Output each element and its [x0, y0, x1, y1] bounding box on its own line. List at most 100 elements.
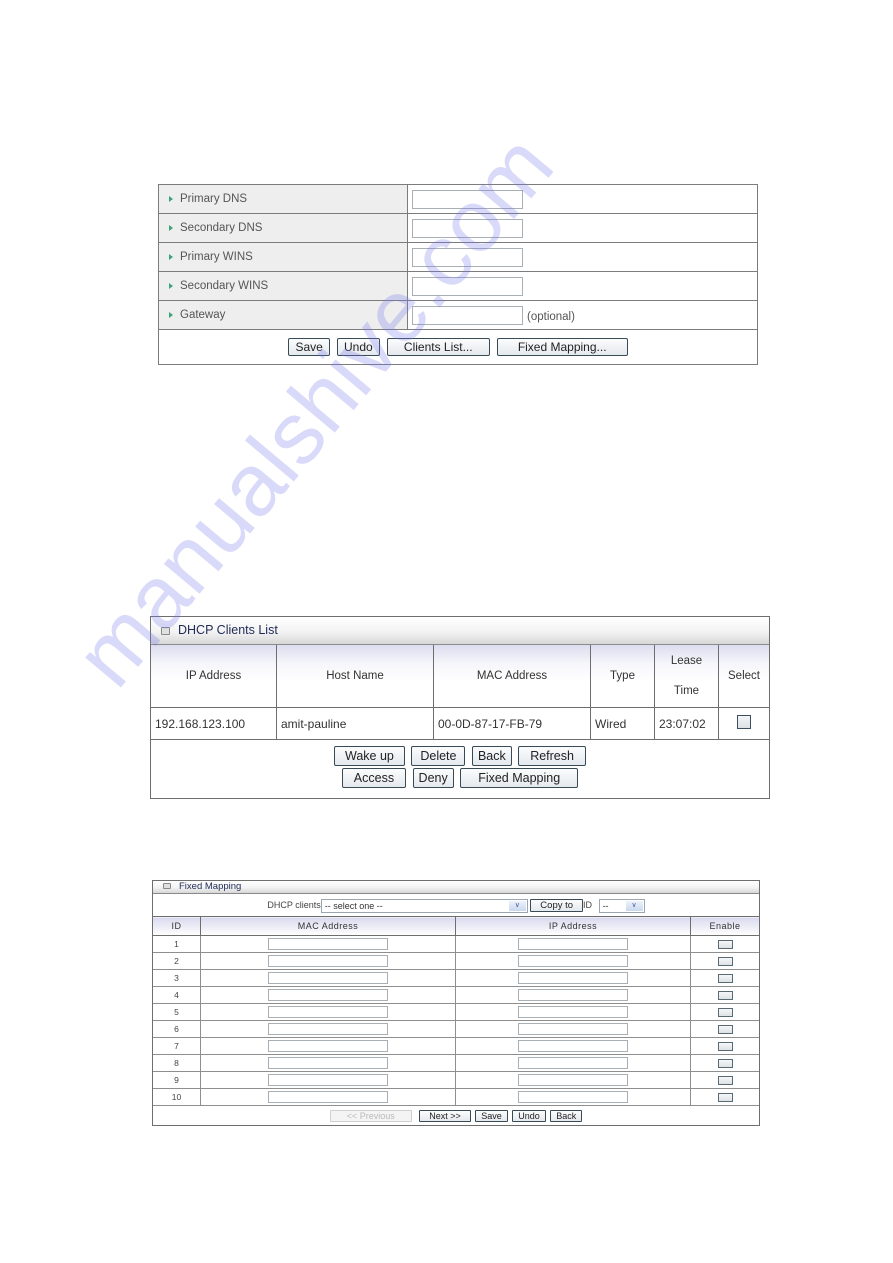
mapping-id-cell: 4 — [153, 986, 201, 1004]
mapping-enable-checkbox[interactable] — [717, 940, 733, 950]
mapping-id-cell: 9 — [153, 1071, 201, 1089]
column-header-lease-time: Lease Time — [654, 645, 719, 708]
column-header-ip-address: IP Address — [455, 916, 691, 936]
mapping-mac-cell — [200, 1003, 456, 1021]
client-host-cell: amit-pauline — [276, 707, 434, 740]
mapping-ip-input[interactable] — [518, 1074, 628, 1086]
wake-up-button[interactable]: Wake up — [334, 746, 405, 766]
mapping-enable-cell — [690, 1020, 759, 1038]
id-select[interactable]: -- ∨ — [598, 898, 645, 913]
mapping-ip-input[interactable] — [518, 955, 628, 967]
mapping-enable-checkbox[interactable] — [717, 1076, 733, 1086]
next-button[interactable]: Next >> — [419, 1109, 471, 1122]
mapping-ip-input[interactable] — [518, 972, 628, 984]
previous-button[interactable]: << Previous — [329, 1109, 412, 1122]
mapping-id-cell: 5 — [153, 1003, 201, 1021]
save-button[interactable]: Save — [288, 338, 330, 356]
client-lease-cell: 23:07:02 — [654, 707, 719, 740]
mapping-enable-checkbox[interactable] — [717, 974, 733, 984]
mapping-ip-input[interactable] — [518, 1023, 628, 1035]
mapping-mac-input[interactable] — [268, 1023, 388, 1035]
mapping-mac-cell — [200, 935, 456, 953]
deny-button[interactable]: Deny — [412, 768, 454, 788]
mapping-enable-cell — [690, 969, 759, 987]
mapping-ip-input[interactable] — [518, 1006, 628, 1018]
mapping-enable-checkbox[interactable] — [717, 1093, 733, 1103]
arrow-right-icon — [169, 195, 173, 202]
mapping-ip-cell — [455, 969, 691, 987]
copy-to-button[interactable]: Copy to — [530, 899, 584, 913]
lan-dns-settings-table: Primary DNS Secondary DNS Primary WINS S… — [158, 184, 758, 365]
mapping-ip-cell — [455, 1003, 691, 1021]
lease-line-2: Time — [673, 685, 700, 697]
mapping-mac-input[interactable] — [268, 1006, 388, 1018]
column-header-type: Type — [590, 645, 655, 708]
mapping-enable-checkbox[interactable] — [717, 1042, 733, 1052]
mapping-mac-input[interactable] — [268, 1040, 388, 1052]
mapping-ip-cell — [455, 935, 691, 953]
mapping-mac-input[interactable] — [268, 955, 388, 967]
fixed-mapping-title: Fixed Mapping — [179, 881, 242, 892]
mapping-enable-checkbox[interactable] — [717, 1008, 733, 1018]
primary-dns-input[interactable] — [412, 189, 523, 209]
mapping-ip-input[interactable] — [518, 1091, 628, 1103]
mapping-mac-input[interactable] — [268, 989, 388, 1001]
mapping-enable-cell — [690, 1003, 759, 1021]
settings-button-row: Save Undo Clients List... Fixed Mapping.… — [158, 329, 758, 365]
mapping-id-cell: 3 — [153, 969, 201, 987]
mapping-enable-checkbox[interactable] — [717, 1059, 733, 1069]
mapping-enable-checkbox[interactable] — [717, 957, 733, 967]
dhcp-clients-button-line-2: Access Deny Fixed Mapping — [151, 768, 769, 790]
settings-label-cell: Secondary WINS — [158, 271, 408, 301]
arrow-right-icon — [169, 224, 173, 231]
undo-button[interactable]: Undo — [337, 338, 380, 356]
fixed-mapping-body: 1 2 3 4 5 6 7 8 9 10 — [153, 935, 759, 1106]
mapping-mac-input[interactable] — [268, 1057, 388, 1069]
back-button[interactable]: Back — [471, 746, 512, 766]
mapping-enable-checkbox[interactable] — [717, 991, 733, 1001]
clients-list-button[interactable]: Clients List... — [386, 338, 490, 356]
mapping-mac-cell — [200, 1054, 456, 1072]
dhcp-clients-select[interactable]: -- select one -- ∨ — [320, 898, 528, 913]
mapping-id-cell: 6 — [153, 1020, 201, 1038]
save-button[interactable]: Save — [475, 1109, 508, 1122]
table-row: 8 — [153, 1054, 759, 1072]
primary-wins-input[interactable] — [412, 247, 523, 267]
refresh-button[interactable]: Refresh — [518, 746, 586, 766]
table-row: 2 — [153, 952, 759, 970]
delete-button[interactable]: Delete — [411, 746, 466, 766]
access-button[interactable]: Access — [341, 768, 407, 788]
mapping-mac-input[interactable] — [268, 938, 388, 950]
lease-line-1: Lease — [670, 655, 703, 667]
mapping-mac-input[interactable] — [268, 972, 388, 984]
mapping-ip-input[interactable] — [518, 1057, 628, 1069]
table-row: 6 — [153, 1020, 759, 1038]
mapping-ip-input[interactable] — [518, 1040, 628, 1052]
mapping-mac-input[interactable] — [268, 1074, 388, 1086]
fixed-mapping-button[interactable]: Fixed Mapping... — [496, 338, 628, 356]
settings-row-primary-dns: Primary DNS — [158, 184, 758, 214]
table-row: 1 — [153, 935, 759, 953]
secondary-dns-input[interactable] — [412, 218, 523, 238]
secondary-wins-input[interactable] — [412, 276, 523, 296]
mapping-ip-input[interactable] — [518, 989, 628, 1001]
table-row: 3 — [153, 969, 759, 987]
settings-value-cell — [407, 184, 758, 214]
undo-button[interactable]: Undo — [512, 1109, 546, 1122]
secondary-wins-label: Secondary WINS — [180, 280, 269, 292]
mapping-ip-cell — [455, 952, 691, 970]
mapping-enable-cell — [690, 935, 759, 953]
settings-value-cell — [407, 271, 758, 301]
primary-wins-label: Primary WINS — [180, 251, 253, 263]
mapping-enable-checkbox[interactable] — [717, 1025, 733, 1035]
mapping-enable-cell — [690, 1088, 759, 1106]
settings-value-cell — [407, 242, 758, 272]
settings-label-cell: Primary WINS — [158, 242, 408, 272]
client-select-checkbox[interactable] — [737, 715, 751, 729]
mapping-ip-input[interactable] — [518, 938, 628, 950]
gateway-input[interactable] — [412, 305, 523, 325]
back-button[interactable]: Back — [550, 1109, 583, 1122]
fixed-mapping-button[interactable]: Fixed Mapping — [460, 768, 579, 788]
mapping-enable-cell — [690, 986, 759, 1004]
mapping-mac-input[interactable] — [268, 1091, 388, 1103]
